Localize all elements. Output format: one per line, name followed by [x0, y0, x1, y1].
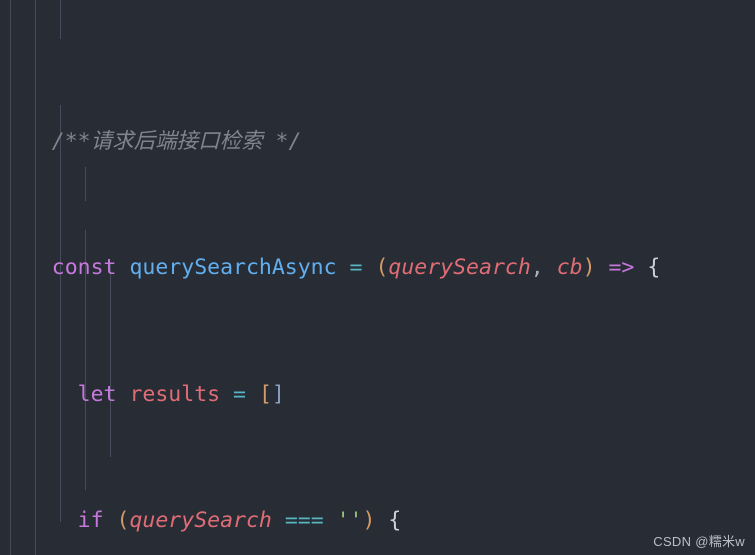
paren-close: )	[582, 255, 596, 281]
bracket-open: [	[258, 381, 272, 407]
paren-open: (	[116, 507, 130, 533]
code-editor[interactable]: /**请求后端接口检索 */ const querySearchAsync = …	[0, 0, 755, 555]
keyword-const: const	[51, 255, 117, 281]
function-name-querysearchasync: querySearchAsync	[129, 255, 337, 281]
variable-results: results	[129, 381, 221, 407]
watermark: CSDN @糯米w	[653, 534, 745, 549]
code-line-3: let results = []	[0, 379, 755, 411]
code-line-2: const querySearchAsync = (querySearch, c…	[0, 252, 755, 284]
comma: ,	[530, 255, 544, 281]
string-empty: ''	[336, 507, 363, 533]
paren-open: (	[375, 255, 389, 281]
paren-close: )	[362, 507, 376, 533]
block-comment: /**请求后端接口检索 */	[51, 128, 302, 154]
operator-assign: =	[349, 255, 363, 281]
operator-strict-equal: ===	[284, 507, 324, 533]
brace-open: {	[388, 507, 402, 533]
code-content[interactable]: /**请求后端接口检索 */ const querySearchAsync = …	[0, 0, 755, 555]
code-line-1: /**请求后端接口检索 */	[0, 126, 755, 158]
param-querysearch: querySearch	[388, 255, 531, 281]
bracket-close: ]	[271, 381, 285, 407]
operator-assign: =	[233, 381, 246, 407]
operator-arrow: =>	[608, 255, 635, 281]
keyword-if: if	[77, 507, 104, 533]
param-cb: cb	[556, 255, 583, 281]
keyword-let: let	[77, 381, 117, 407]
brace-open: {	[647, 255, 661, 281]
param-querysearch: querySearch	[129, 507, 272, 533]
code-line-4: if (querySearch === '') {	[0, 505, 755, 537]
